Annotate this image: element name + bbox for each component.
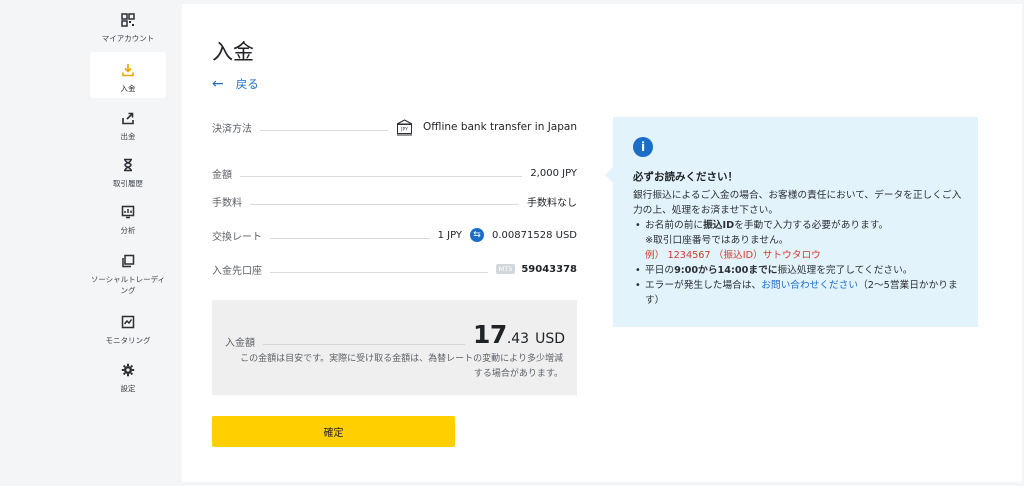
back-label: 戻る <box>235 77 259 91</box>
grid-icon <box>90 12 166 28</box>
payment-method-value: Offline bank transfer in Japan <box>423 121 577 133</box>
info-text-bold: 振込ID <box>703 220 735 231</box>
info-text: を手動で入力する必要があります。 <box>734 220 889 231</box>
bank-icon-text: JPY <box>400 126 408 132</box>
sidebar-item-label: モニタリング <box>105 336 151 345</box>
sidebar-item-label: マイアカウント <box>101 34 155 43</box>
payment-method-label: 決済方法 <box>212 123 252 135</box>
swap-icon[interactable]: ⇆ <box>470 228 484 242</box>
info-list: お名前の前に振込IDを手動で入力する必要があります。 ※取引口座番号ではありませ… <box>633 218 963 308</box>
sidebar-item-label: 出金 <box>120 132 136 141</box>
back-link[interactable]: ← 戻る <box>212 76 259 92</box>
info-intro: 銀行振込によるご入金の場合、お客様の責任において、データを正しくご入力の上、処理… <box>633 190 962 216</box>
info-panel: i 必ずお読みください！ 銀行振込によるご入金の場合、お客様の責任において、デー… <box>605 117 978 327</box>
deposit-amount-value: 17.43 USD <box>473 320 565 349</box>
info-bullet: 平日の9:00から14:00までに振込処理を完了してください。 <box>633 263 963 278</box>
amount-row: 金額 2,000 JPY <box>212 164 577 182</box>
sidebar-item-label: ソーシャルトレーディング <box>90 275 166 295</box>
upload-icon <box>90 110 166 126</box>
info-bullet: お名前の前に振込IDを手動で入力する必要があります。 ※取引口座番号ではありませ… <box>633 218 963 263</box>
exchange-rate-value: 1 JPY ⇆ 0.00871528 USD <box>438 228 577 242</box>
sidebar-item-withdrawal[interactable]: 出金 <box>90 110 166 142</box>
monitoring-icon <box>90 314 166 330</box>
fee-label: 手数料 <box>212 197 242 209</box>
amount-decimal: .43 <box>506 331 530 347</box>
dotted-leader <box>240 175 523 177</box>
sidebar-item-label: 取引履歴 <box>113 179 143 188</box>
sidebar-item-label: 設定 <box>120 384 136 393</box>
amount-currency: USD <box>535 331 565 347</box>
payment-method-row: 決済方法 JPY Offline bank transfer in Japan <box>212 118 577 136</box>
bank-icon: JPY <box>396 118 413 135</box>
sidebar-item-label: 入金 <box>120 84 136 93</box>
info-text-bold: から <box>698 265 718 276</box>
info-text-bold: 14:00 <box>717 265 749 276</box>
amount-integer: 17 <box>473 320 507 349</box>
info-subnote: ※取引口座番号ではありません。 <box>645 235 789 246</box>
deposit-amount-label: 入金額 <box>225 338 255 349</box>
info-bullet: エラーが発生した場合は、お問い合わせください（2〜5営業日かかります） <box>633 278 963 308</box>
gear-icon <box>90 362 166 378</box>
info-text: 平日の <box>645 265 675 276</box>
contact-link[interactable]: お問い合わせください <box>761 280 858 291</box>
fee-value: 手数料なし <box>527 197 577 209</box>
info-text: お名前の前に <box>645 220 704 231</box>
account-row: 入金先口座 MT5 59043378 <box>212 260 577 278</box>
mt5-badge: MT5 <box>495 264 516 274</box>
copy-icon <box>90 253 166 269</box>
sidebar-item-settings[interactable]: 設定 <box>90 362 166 394</box>
info-text-bold: 9:00 <box>674 265 699 276</box>
hourglass-icon <box>90 157 166 173</box>
sidebar-item-history[interactable]: 取引履歴 <box>90 157 166 189</box>
account-value-wrap: MT5 59043378 <box>495 263 577 275</box>
dotted-leader <box>270 271 488 273</box>
info-icon: i <box>633 137 653 157</box>
dotted-leader <box>263 344 466 345</box>
summary-row: 入金額 17.43 USD <box>225 320 565 349</box>
sidebar-item-monitoring[interactable]: モニタリング <box>90 314 166 346</box>
sidebar-item-my-account[interactable]: マイアカウント <box>90 12 166 44</box>
estimate-note: この金額は目安です。実際に受け取る金額は、為替レートの変動により多少増減する場合… <box>240 354 563 379</box>
sidebar-item-social-trading[interactable]: ソーシャルトレーディング <box>90 253 166 296</box>
account-label: 入金先口座 <box>212 265 262 277</box>
sidebar-item-analytics[interactable]: 分析 <box>90 204 166 236</box>
amount-value: 2,000 JPY <box>530 167 577 179</box>
rate-to: 0.00871528 USD <box>492 229 577 241</box>
info-text: エラーが発生した場合は、 <box>645 280 762 291</box>
deposit-summary: 入金額 17.43 USD この金額は目安です。実際に受け取る金額は、為替レートの… <box>212 300 577 395</box>
info-text: 振込処理を完了してください。 <box>777 265 913 276</box>
sidebar-item-deposit[interactable]: 入金 <box>90 52 166 98</box>
arrow-left-icon: ← <box>212 76 224 92</box>
dotted-leader <box>250 203 519 205</box>
page-title: 入金 <box>212 40 254 64</box>
sidebar: マイアカウント 入金 出金 取引履歴 分析 ソーシャルトレーディング モニタリン… <box>0 0 174 486</box>
fee-row: 手数料 手数料なし <box>212 192 577 210</box>
account-value: 59043378 <box>521 263 577 275</box>
deposit-panel: 入金 ← 戻る 決済方法 JPY Offline bank transfer i… <box>182 4 1022 482</box>
dotted-leader <box>260 129 389 131</box>
exchange-rate-label: 交換レート <box>212 231 262 243</box>
info-heading: 必ずお読みください！ <box>633 171 738 183</box>
rate-from: 1 JPY <box>437 229 462 241</box>
download-icon <box>90 62 166 78</box>
callout-arrow <box>605 167 613 183</box>
payment-method-value-wrap: JPY Offline bank transfer in Japan <box>396 118 577 136</box>
dotted-leader <box>270 237 430 239</box>
info-example: 例） 1234567 （振込ID）サトウタロウ <box>645 250 821 261</box>
analytics-icon <box>90 204 166 220</box>
amount-label: 金額 <box>212 169 232 181</box>
exchange-rate-row: 交換レート 1 JPY ⇆ 0.00871528 USD <box>212 226 577 244</box>
info-text-bold: までに <box>748 265 778 276</box>
confirm-button[interactable]: 確定 <box>212 416 455 447</box>
info-body: 銀行振込によるご入金の場合、お客様の責任において、データを正しくご入力の上、処理… <box>633 188 963 308</box>
sidebar-item-label: 分析 <box>120 226 136 235</box>
